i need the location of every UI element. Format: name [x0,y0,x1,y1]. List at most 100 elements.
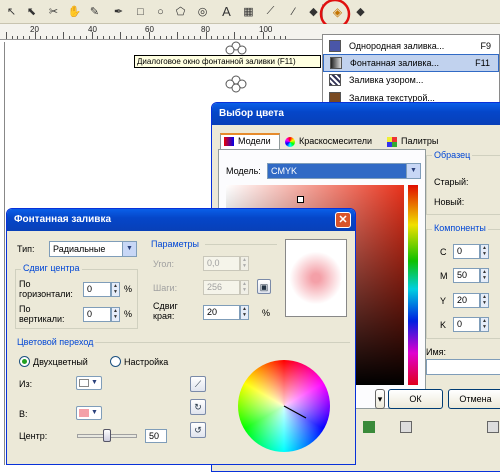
from-color-picker[interactable]: ▼ [76,376,102,390]
chevron-down-icon: ▼ [406,164,420,178]
to-color-picker[interactable]: ▼ [76,406,102,420]
transition-group-line [95,342,350,343]
color-dialog-title: Выбор цвета [212,103,500,125]
options-dropdown-button[interactable]: ▾ [375,389,385,409]
tab-mixers[interactable]: Краскосмесители [282,135,382,149]
hue-slider[interactable] [408,185,418,385]
clockwise-path-icon[interactable]: ↻ [190,399,206,415]
smart-fill-icon[interactable]: ✒ [110,3,127,20]
vertical-label: вертикали: [19,314,65,324]
ruler-tick [285,36,287,39]
pointer-icon[interactable]: ↖ [3,3,20,20]
ok-button[interactable]: ОК [388,389,443,409]
component-m-input[interactable]: 50 [453,268,480,283]
tab-palettes[interactable]: Палитры [384,135,444,149]
component-k-stepper[interactable]: ▲ ▼ [480,317,489,332]
rectangle-icon[interactable]: □ [132,3,149,20]
component-m-stepper[interactable]: ▲ ▼ [480,268,489,283]
to-color-swatch [79,409,89,417]
polygon-icon[interactable]: ⬠ [172,3,189,20]
chevron-down-icon: ▼ [91,409,98,416]
ellipse-icon[interactable]: ○ [152,3,169,20]
model-select[interactable]: CMYK ▼ [267,163,421,179]
ruler-tick [114,36,116,39]
midpoint-slider[interactable] [77,429,137,442]
color-picker-marker[interactable] [297,196,304,203]
component-k-input[interactable]: 0 [453,317,480,332]
fountain-fill-icon [330,57,342,69]
ruler-tick [279,36,281,39]
component-label-k: K [440,320,447,330]
direct-path-icon[interactable]: ⟋ [190,376,206,392]
counterclockwise-path-icon[interactable]: ↺ [190,422,206,438]
steps-stepper[interactable]: ▲ ▼ [240,280,249,295]
edge-pad-stepper[interactable]: ▲ ▼ [240,305,249,320]
models-icon [224,137,234,146]
menu-item-pattern-fill[interactable]: Заливка узором... [323,71,499,89]
tab-models[interactable]: Модели [220,133,280,149]
edge-pad-label: Сдвиг [153,301,178,311]
midpoint-slider-thumb[interactable] [103,429,111,442]
ruler-tick [262,32,264,39]
ruler-tick [91,32,93,39]
delete-icon[interactable] [487,421,499,433]
color-wheel[interactable] [238,360,330,452]
name-input[interactable] [426,359,500,375]
toolbox: ↖ ⬉ ✂ ✋ ✎ ✒ □ ○ ⬠ ◎ A ▦ ⟋ ⁄ ◆ ◈ ◆ [0,0,500,30]
palettes-icon [387,137,397,147]
midpoint-input[interactable]: 50 [145,429,167,443]
spiral-icon[interactable]: ◎ [194,3,211,20]
menu-item-uniform-fill[interactable]: Однородная заливка... F9 [323,37,499,55]
horizontal-offset-input[interactable]: 0 [83,282,111,297]
ruler-tick [199,36,201,39]
horizontal-offset-stepper[interactable]: ▲ ▼ [111,282,120,297]
ruler-tick [137,36,139,39]
menu-item-shortcut: F9 [480,41,491,51]
custom-radio[interactable] [110,356,121,367]
table-icon[interactable]: ▦ [240,3,257,20]
ruler-tick [154,36,156,39]
to-label: В: [19,409,28,419]
ruler-tick [182,36,184,39]
edge-pad-input[interactable]: 20 [203,305,240,320]
component-c-stepper[interactable]: ▲ ▼ [480,244,489,259]
connector-icon[interactable]: ⟋ [262,3,279,20]
close-button[interactable]: ✕ [335,212,351,228]
ruler-tick [268,36,270,39]
tab-label: Палитры [401,136,439,146]
add-color-icon[interactable] [363,421,375,433]
component-y-input[interactable]: 20 [453,293,480,308]
ruler-tick [222,36,224,39]
ruler-tick [17,36,19,39]
text-icon[interactable]: A [218,3,235,20]
type-select[interactable]: Радиальные ▼ [49,241,137,257]
steps-input[interactable]: 256 [203,280,240,295]
center-offset-group-title: Сдвиг центра [21,263,82,273]
params-group-line [205,244,277,245]
fill-preview[interactable] [285,239,347,317]
crop-icon[interactable]: ✂ [45,3,62,20]
two-color-radio[interactable] [19,356,30,367]
eyedropper-icon[interactable]: ⁄ [285,3,302,20]
menu-item-label: Заливка узором... [349,75,424,85]
delete-icon[interactable] [400,421,412,433]
vertical-offset-input[interactable]: 0 [83,307,111,322]
vertical-offset-stepper[interactable]: ▲ ▼ [111,307,120,322]
angle-stepper[interactable]: ▲ ▼ [240,256,249,271]
component-c-input[interactable]: 0 [453,244,480,259]
component-y-stepper[interactable]: ▲ ▼ [480,293,489,308]
model-label: Модель: [226,166,261,176]
lock-icon[interactable]: ▣ [257,279,271,294]
angle-input[interactable]: 0,0 [203,256,240,271]
shape-icon[interactable]: ⬉ [23,3,40,20]
component-label-y: Y [440,296,447,306]
uniform-fill-icon [329,40,341,52]
freehand-icon[interactable]: ✎ [86,3,103,20]
sample-group-title: Образец [432,150,473,160]
cancel-button[interactable]: Отмена [448,389,500,409]
ruler-tick [97,36,99,39]
outline-pen-icon[interactable]: ◆ [352,3,369,20]
hand-icon[interactable]: ✋ [66,3,83,20]
ruler-tick [165,36,167,39]
menu-item-fountain-fill[interactable]: Фонтанная заливка... F11 [323,54,499,72]
